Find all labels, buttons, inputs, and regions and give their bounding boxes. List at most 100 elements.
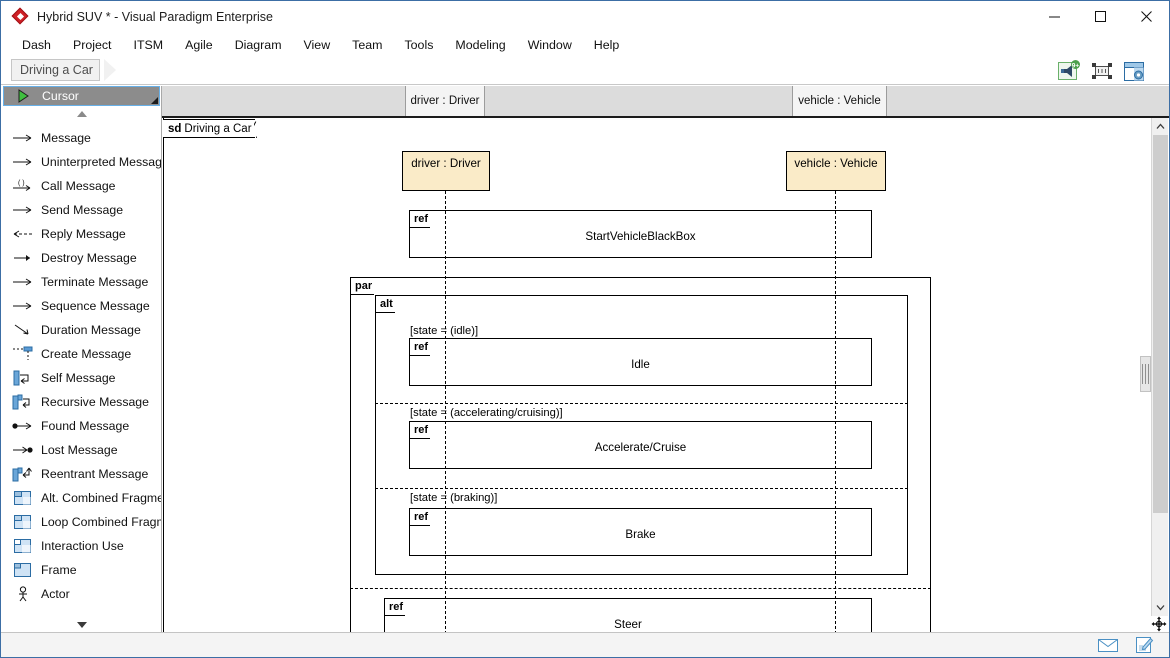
loop-combined-fragment-icon xyxy=(11,513,35,531)
mail-envelope-icon[interactable] xyxy=(1097,636,1119,654)
close-icon[interactable] xyxy=(1123,1,1169,32)
menu-item-dash[interactable]: Dash xyxy=(11,35,62,55)
palette-item-loop-combined-fragment[interactable]: Loop Combined Fragment xyxy=(1,510,161,534)
frame-name-tag: sd Driving a Car xyxy=(163,119,265,140)
palette-label: Sequence Message xyxy=(41,299,150,313)
ref-keyword-tag: ref xyxy=(410,509,440,526)
megaphone-notification-icon[interactable]: 9+ xyxy=(1057,59,1083,83)
palette-item-reentrant-message[interactable]: Reentrant Message xyxy=(1,462,161,486)
tag-cut-corner-icon xyxy=(394,296,404,313)
ref-keyword: ref xyxy=(414,511,429,523)
menu-item-itsm[interactable]: ITSM xyxy=(123,35,175,55)
palette-item-destroy-message[interactable]: Destroy Message xyxy=(1,246,161,270)
palette-label: Send Message xyxy=(41,203,124,217)
palette-item-uninterpreted-message[interactable]: Uninterpreted Message xyxy=(1,150,161,174)
duration-message-icon xyxy=(11,321,35,339)
palette-label: Actor xyxy=(41,587,70,601)
menu-item-agile[interactable]: Agile xyxy=(174,35,224,55)
window-controls xyxy=(1031,1,1169,32)
interaction-use-idle[interactable]: ref Idle xyxy=(409,338,872,386)
maximize-icon[interactable] xyxy=(1077,1,1123,32)
palette-cursor-label: Cursor xyxy=(42,89,79,103)
lifeline-box-driver[interactable]: driver : Driver xyxy=(402,151,490,191)
svg-text:( ): ( ) xyxy=(18,180,25,187)
lifeline-header-tab-driver[interactable]: driver : Driver xyxy=(405,86,485,116)
palette-item-call-message[interactable]: ( ) Call Message xyxy=(1,174,161,198)
fit-to-screen-icon[interactable] xyxy=(1089,59,1115,83)
diagram-canvas[interactable]: sd Driving a Car driver : Driver vehicle… xyxy=(162,118,1152,634)
scrollbar-thumb[interactable] xyxy=(1153,135,1168,513)
pan-move-icon[interactable] xyxy=(1151,616,1167,632)
guard-condition-braking: [state = (braking)] xyxy=(410,492,498,504)
interaction-use-start-vehicle-black-box[interactable]: ref StartVehicleBlackBox xyxy=(409,210,872,258)
palette-item-lost-message[interactable]: Lost Message xyxy=(1,438,161,462)
note-edit-icon[interactable] xyxy=(1133,636,1155,654)
palette-label: Destroy Message xyxy=(41,251,137,265)
panel-layout-icon[interactable] xyxy=(1121,59,1147,83)
splitter-grip-handle[interactable] xyxy=(1140,356,1151,392)
palette-item-cursor[interactable]: Cursor xyxy=(3,86,160,106)
palette-item-interaction-use[interactable]: Interaction Use xyxy=(1,534,161,558)
palette-label: Message xyxy=(41,131,91,145)
palette-item-terminate-message[interactable]: Terminate Message xyxy=(1,270,161,294)
svg-text:9+: 9+ xyxy=(1072,63,1080,70)
palette-label: Found Message xyxy=(41,419,130,433)
palette-item-reply-message[interactable]: Reply Message xyxy=(1,222,161,246)
palette-item-send-message[interactable]: Send Message xyxy=(1,198,161,222)
canvas-vertical-scrollbar[interactable] xyxy=(1151,118,1168,616)
palette-item-found-message[interactable]: Found Message xyxy=(1,414,161,438)
palette-label: Lost Message xyxy=(41,443,118,457)
palette-item-frame[interactable]: Frame xyxy=(1,558,161,582)
menu-item-view[interactable]: View xyxy=(293,35,342,55)
palette-label: Alt. Combined Fragment xyxy=(41,491,162,505)
palette-label: Recursive Message xyxy=(41,395,149,409)
ref-label: Accelerate/Cruise xyxy=(594,441,687,454)
breadcrumb[interactable]: Driving a Car xyxy=(11,59,100,81)
lifeline-header-tab-vehicle[interactable]: vehicle : Vehicle xyxy=(792,86,887,116)
sequence-message-icon xyxy=(11,297,35,315)
guard-condition-idle: [state = (idle)] xyxy=(410,325,479,337)
toolbar-right: 9+ xyxy=(1057,57,1147,85)
scroll-up-chevron-icon[interactable] xyxy=(1152,118,1169,135)
lost-message-icon xyxy=(11,441,35,459)
menu-item-tools[interactable]: Tools xyxy=(393,35,444,55)
visual-paradigm-diamond-logo xyxy=(11,7,29,25)
palette-item-message[interactable]: Message xyxy=(1,126,161,150)
par-keyword-tag: par xyxy=(351,278,384,295)
menu-item-modeling[interactable]: Modeling xyxy=(444,35,516,55)
lifeline-header-tab-label: driver : Driver xyxy=(410,95,480,107)
cursor-arrow-icon xyxy=(12,87,36,105)
palette-item-duration-message[interactable]: Duration Message xyxy=(1,318,161,342)
menu-item-project[interactable]: Project xyxy=(62,35,123,55)
menu-item-team[interactable]: Team xyxy=(341,35,393,55)
self-message-icon xyxy=(11,369,35,387)
call-message-icon: ( ) xyxy=(11,177,35,195)
palette-label: Interaction Use xyxy=(41,539,124,553)
palette-item-self-message[interactable]: Self Message xyxy=(1,366,161,390)
palette-item-alt-combined-fragment[interactable]: Alt. Combined Fragment xyxy=(1,486,162,510)
breadcrumb-label: Driving a Car xyxy=(20,63,93,77)
scroll-down-chevron-icon[interactable] xyxy=(1152,599,1169,616)
palette-item-sequence-message[interactable]: Sequence Message xyxy=(1,294,161,318)
interaction-use-brake[interactable]: ref Brake xyxy=(409,508,872,556)
interaction-use-accelerate-cruise[interactable]: ref Accelerate/Cruise xyxy=(409,421,872,469)
lifeline-label: driver : Driver xyxy=(411,157,481,170)
palette-item-recursive-message[interactable]: Recursive Message xyxy=(1,390,161,414)
palette-item-create-message[interactable]: Create Message xyxy=(1,342,161,366)
lifeline-box-vehicle[interactable]: vehicle : Vehicle xyxy=(786,151,886,191)
palette-scroll-up-button[interactable] xyxy=(1,106,161,122)
fragment-keyword: alt xyxy=(380,298,393,310)
tag-cut-corner-icon xyxy=(430,339,440,356)
status-bar xyxy=(1,632,1169,657)
menu-item-diagram[interactable]: Diagram xyxy=(224,35,293,55)
menu-item-help[interactable]: Help xyxy=(583,35,630,55)
frame-name-label: Driving a Car xyxy=(184,122,252,135)
ref-keyword: ref xyxy=(414,213,429,225)
frame-tag-notch-line-icon xyxy=(254,119,266,141)
palette-expand-corner-icon[interactable] xyxy=(151,97,158,104)
menu-item-window[interactable]: Window xyxy=(517,35,583,55)
minimize-icon[interactable] xyxy=(1031,1,1077,32)
interaction-use-steer[interactable]: ref Steer xyxy=(384,598,872,634)
application-window: Hybrid SUV * - Visual Paradigm Enterpris… xyxy=(0,0,1170,658)
palette-item-actor[interactable]: Actor xyxy=(1,582,161,606)
